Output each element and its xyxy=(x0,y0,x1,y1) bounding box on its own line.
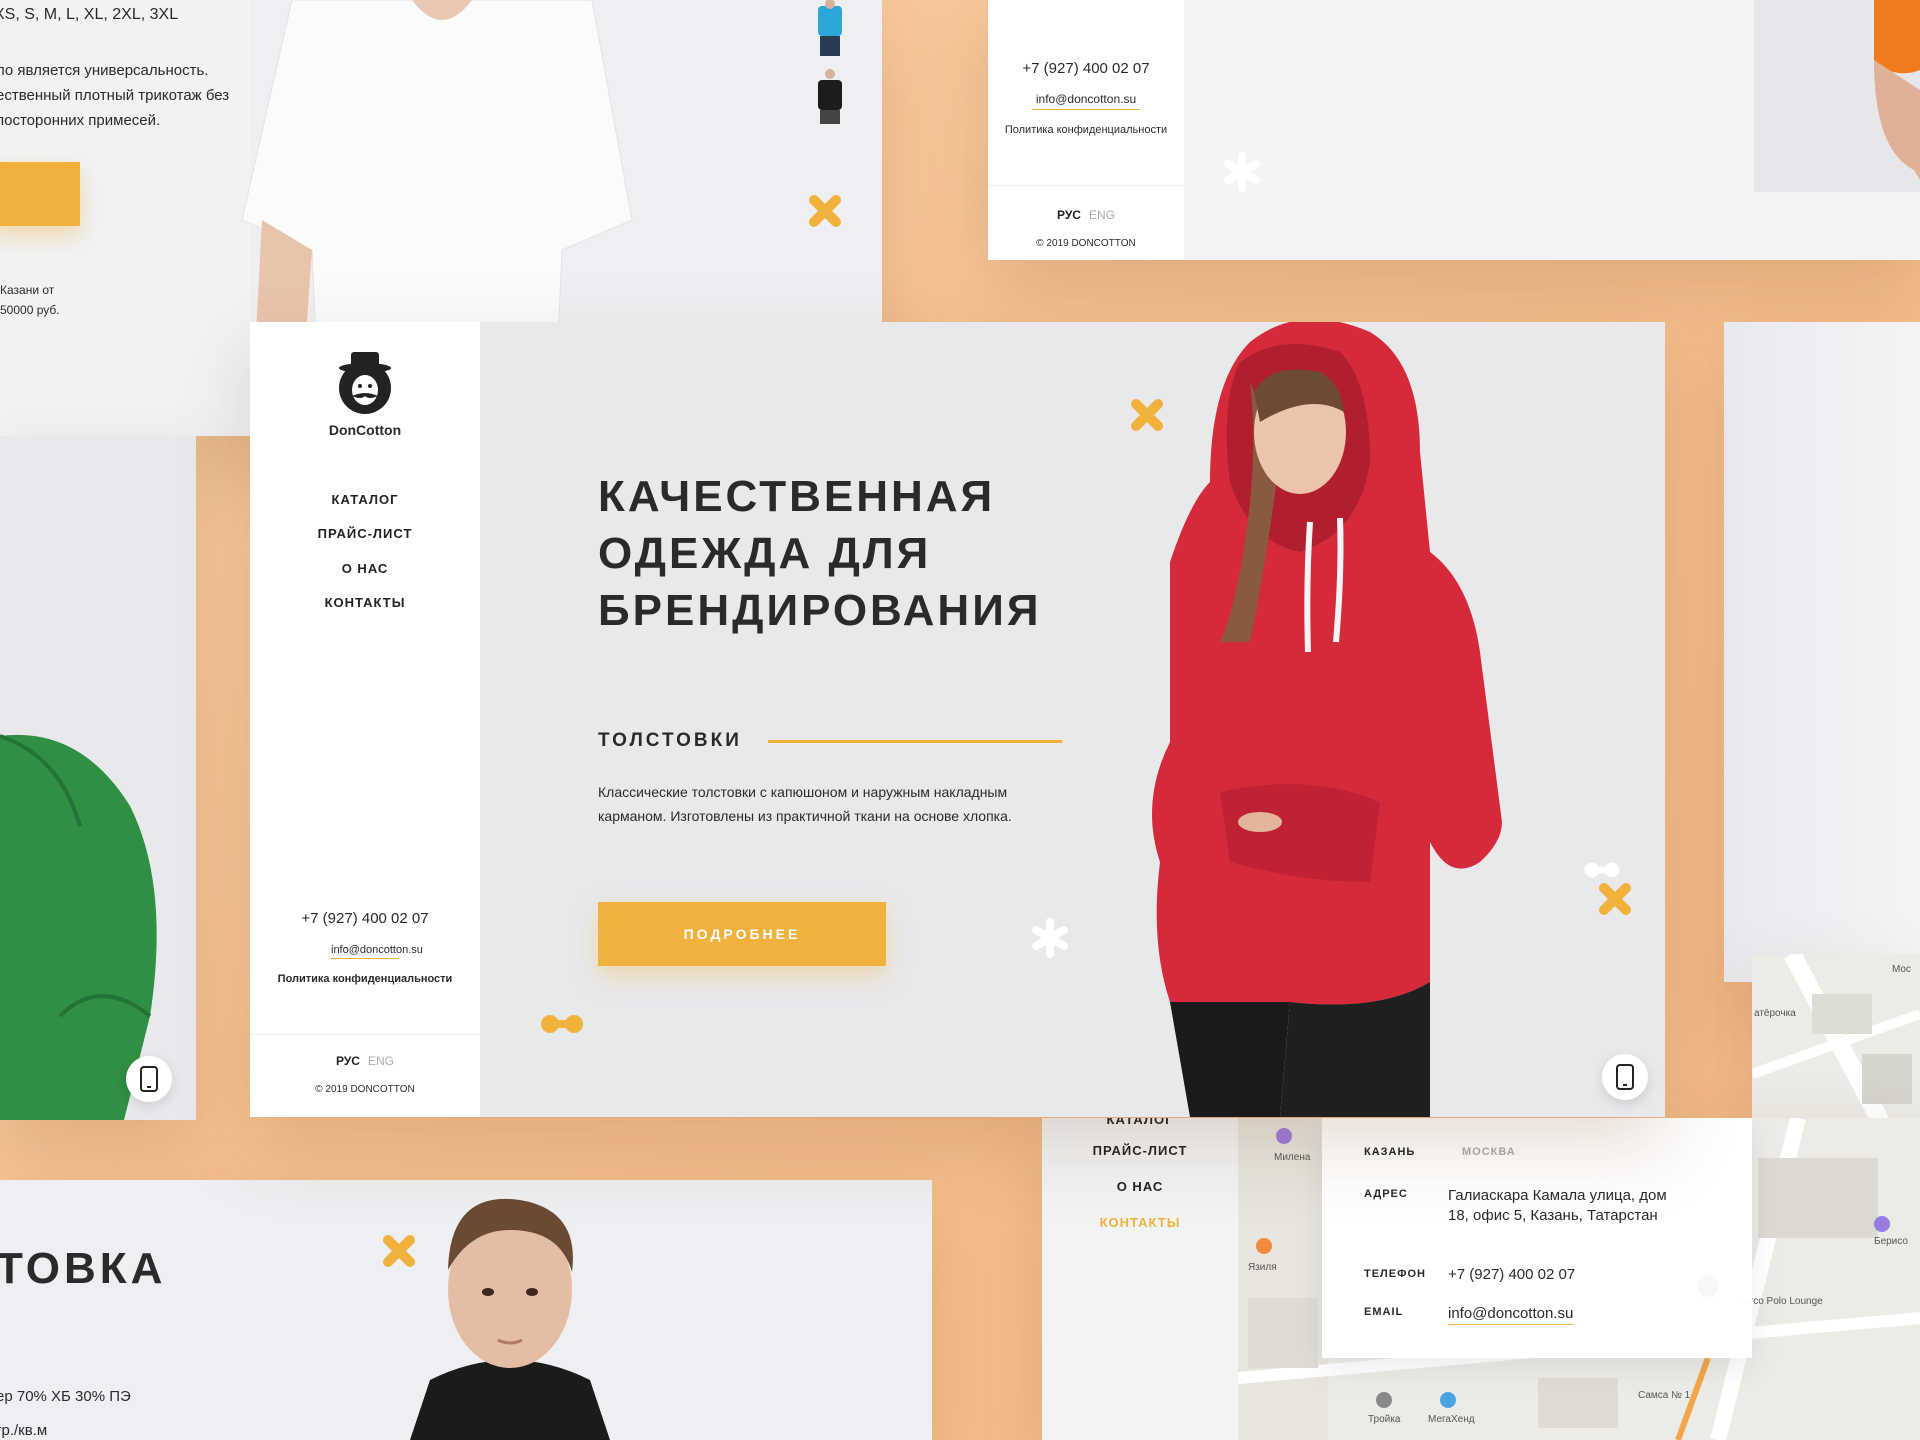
model-green-image xyxy=(0,734,157,1120)
decor-asterisk-icon xyxy=(1224,152,1260,192)
sizes-text: XS, S, M, L, XL, 2XL, 3XL xyxy=(0,6,179,23)
map-label-beriso: Берисо xyxy=(1874,1236,1908,1247)
nav-price-list[interactable]: ПРАЙС-ЛИСТ xyxy=(1042,1143,1238,1158)
mobile-view-button[interactable] xyxy=(1602,1054,1648,1100)
spec-density: гр./кв.м xyxy=(0,1422,48,1439)
card-footer-contacts: +7 (927) 400 02 07 info@doncotton.su Пол… xyxy=(988,0,1920,260)
card-product-hoodie-black: ТОВКА ер 70% ХБ 30% ПЭ гр./кв.м xyxy=(0,1180,932,1440)
phone-link[interactable]: +7 (927) 400 02 07 xyxy=(988,60,1184,77)
map-strip[interactable]: атёрочка Moc xyxy=(1752,954,1920,1124)
copyright: © 2019 DONCOTTON xyxy=(315,1084,415,1095)
main-hero-card: DonCotton КАТАЛОГ ПРАЙС-ЛИСТ О НАС КОНТА… xyxy=(250,322,1665,1117)
map-label-megahend: МегаХенд xyxy=(1428,1414,1475,1425)
decor-x-icon xyxy=(1599,883,1631,915)
map-label-milena: Милена xyxy=(1274,1152,1311,1163)
nav-contacts[interactable]: КОНТАКТЫ xyxy=(250,595,480,610)
nav-price-list[interactable]: ПРАЙС-ЛИСТ xyxy=(250,526,480,541)
privacy-policy-link[interactable]: Политика конфиденциальности xyxy=(988,121,1184,139)
more-button[interactable]: ПОДРОБНЕЕ xyxy=(598,902,886,966)
email-link[interactable]: info@doncotton.su xyxy=(331,942,423,959)
lang-ru[interactable]: РУС xyxy=(336,1054,360,1068)
phone-value[interactable]: +7 (927) 400 02 07 xyxy=(1448,1265,1575,1285)
address-value: Галиаскара Камала улица, дом 18, офис 5,… xyxy=(1448,1187,1667,1224)
contacts-sidebar: КАТАЛОГ ПРАЙС-ЛИСТ О НАС КОНТАКТЫ xyxy=(1042,1118,1238,1440)
lang-ru[interactable]: РУС xyxy=(1057,208,1081,222)
email-link[interactable]: info@doncotton.su xyxy=(1032,92,1140,110)
model-red-hoodie-image xyxy=(1152,322,1502,1117)
language-switch: РУС ENG xyxy=(250,1054,480,1068)
lang-en[interactable]: ENG xyxy=(368,1054,394,1068)
divider xyxy=(988,185,1184,186)
phone-link[interactable]: +7 (927) 400 02 07 xyxy=(250,910,480,927)
nav-catalog[interactable]: КАТАЛОГ xyxy=(250,492,480,507)
map-streets-image: атёрочка Moc xyxy=(1752,954,1920,1124)
model-orange-image xyxy=(1754,0,1920,192)
email-label: EMAIL xyxy=(1364,1306,1404,1318)
phone-label: ТЕЛЕФОН xyxy=(1364,1268,1426,1280)
doncotton-logo-icon[interactable] xyxy=(339,346,391,422)
map-label-samsa: Самса № 1 xyxy=(1638,1390,1691,1401)
city-tab-kazan[interactable]: КАЗАНЬ xyxy=(1364,1146,1415,1158)
map-label-store: атёрочка xyxy=(1754,1008,1796,1019)
category-title: ТОЛСТОВКИ xyxy=(598,730,742,751)
thumb-blue[interactable] xyxy=(810,0,850,58)
decor-bone-icon xyxy=(1584,862,1620,878)
smartphone-icon xyxy=(1616,1064,1634,1090)
email-value[interactable]: info@doncotton.su xyxy=(1448,1304,1574,1325)
nav-contacts-active[interactable]: КОНТАКТЫ xyxy=(1042,1215,1238,1230)
nav-about[interactable]: О НАС xyxy=(250,561,480,576)
thumb-black[interactable] xyxy=(810,68,850,126)
decor-x-icon xyxy=(809,195,841,227)
product-description: ло является универсальность. ественный п… xyxy=(0,62,230,129)
hero-headline: КАЧЕСТВЕННАЯ ОДЕЖДА ДЛЯ БРЕНДИРОВАНИЯ xyxy=(598,472,1042,635)
address-label: АДРЕС xyxy=(1364,1188,1408,1200)
decor-bone-icon xyxy=(541,1015,583,1033)
privacy-policy-link[interactable]: Политика конфиденциальности xyxy=(250,970,480,988)
decor-asterisk-icon xyxy=(1032,918,1068,958)
category-underline xyxy=(768,740,1062,743)
order-button[interactable] xyxy=(0,162,80,226)
contacts-panel: КАЗАНЬ МОСКВА АДРЕС Галиаскара Камала ул… xyxy=(1322,1118,1752,1358)
email-text: info@doncotton.su xyxy=(331,944,423,956)
sidebar-footer: +7 (927) 400 02 07 info@doncotton.su Пол… xyxy=(988,0,1184,260)
brand-name[interactable]: DonCotton xyxy=(250,422,480,438)
model-man-image xyxy=(410,1198,610,1440)
city-tab-moscow[interactable]: МОСКВА xyxy=(1462,1146,1516,1158)
card-right-partial xyxy=(1724,322,1920,982)
copyright: © 2019 DONCOTTON xyxy=(1036,238,1136,249)
lang-en[interactable]: ENG xyxy=(1089,208,1115,222)
map-label-troika: Тройка xyxy=(1368,1414,1401,1425)
category-description: Классические толстовки с капюшоном и нар… xyxy=(598,784,1012,824)
nav-catalog[interactable]: КАТАЛОГ xyxy=(1042,1118,1238,1127)
language-switch: РУС ENG xyxy=(988,208,1184,222)
mobile-view-button[interactable] xyxy=(126,1056,172,1102)
nav-about[interactable]: О НАС xyxy=(1042,1179,1238,1194)
main-sidebar: DonCotton КАТАЛОГ ПРАЙС-ЛИСТ О НАС КОНТА… xyxy=(250,322,480,1117)
product-info: XS, S, M, L, XL, 2XL, 3XL ло является ун… xyxy=(0,0,250,436)
map-label-yazilya: Язиля xyxy=(1248,1262,1277,1273)
product-title: ТОВКА xyxy=(0,1244,167,1293)
smartphone-icon xyxy=(140,1066,158,1092)
delivery-note: Казани от 50000 руб. xyxy=(0,283,60,317)
map-label-moc: Moc xyxy=(1892,964,1911,975)
card-green-sweatshirt xyxy=(0,436,196,1120)
card-contacts-map: КАТАЛОГ ПРАЙС-ЛИСТ О НАС КОНТАКТЫ Милена… xyxy=(1042,1118,1920,1440)
spec-composition: ер 70% ХБ 30% ПЭ xyxy=(0,1388,131,1405)
divider xyxy=(250,1034,480,1035)
